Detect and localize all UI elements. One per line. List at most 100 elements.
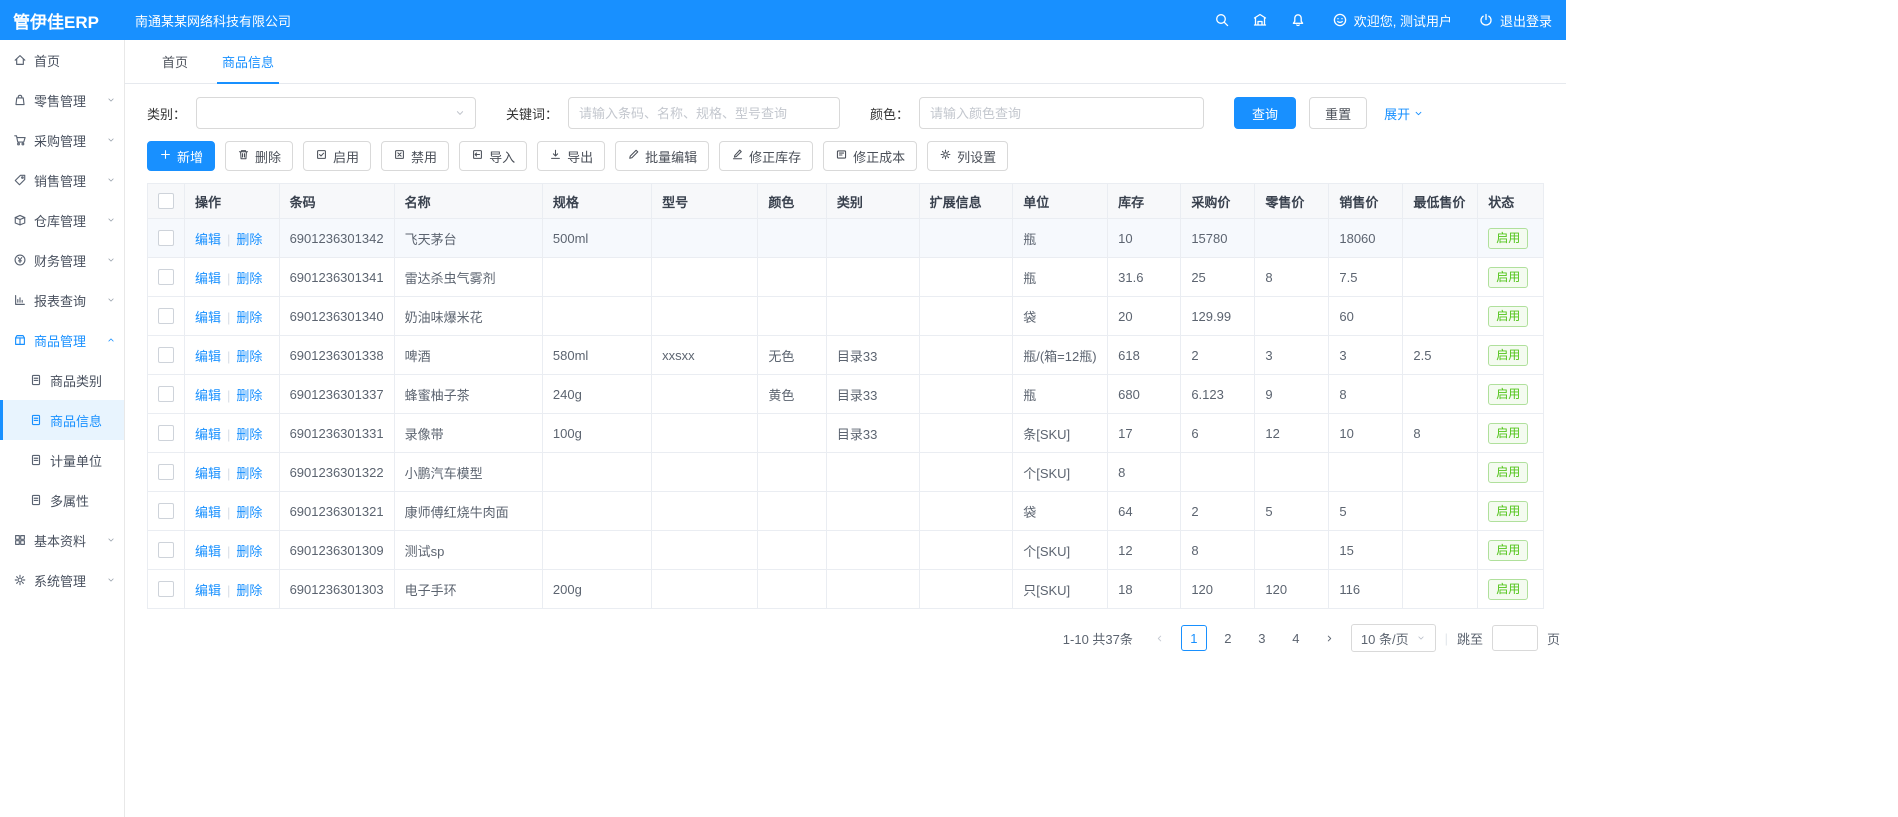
edit-link[interactable]: 编辑 [195,349,221,364]
delete-button[interactable]: 删除 [225,141,293,171]
edit-link[interactable]: 编辑 [195,505,221,520]
cell-ext [919,453,1013,492]
table-row: 编辑|删除6901236301337蜂蜜柚子茶240g黄色目录33瓶6806.1… [148,375,1544,414]
delete-link[interactable]: 删除 [236,427,262,442]
chevron-down-icon [106,95,116,105]
cell-color [758,570,826,609]
delete-link[interactable]: 删除 [236,583,262,598]
chevron-down-icon [106,255,116,265]
welcome-user[interactable]: 欢迎您, 测试用户 [1332,11,1452,30]
table-row: 编辑|删除6901236301303电子手环200g只[SKU]18120120… [148,570,1544,609]
cell-purchase-price: 6 [1181,414,1255,453]
row-checkbox[interactable] [158,425,174,441]
cell-sale-price: 8 [1329,375,1403,414]
enable-button[interactable]: 启用 [303,141,371,171]
edit-link[interactable]: 编辑 [195,271,221,286]
expand-label: 展开 [1384,104,1410,123]
cell-name: 测试sp [394,531,542,570]
sidebar-item-measure-unit[interactable]: 计量单位 [0,440,124,480]
sidebar-item-finance[interactable]: 财务管理 [0,240,124,280]
cell-actions: 编辑|删除 [185,414,280,453]
pagination-summary: 1-10 共37条 [1063,629,1133,648]
delete-link[interactable]: 删除 [236,505,262,520]
shop-icon[interactable] [1252,12,1268,28]
delete-link[interactable]: 删除 [236,349,262,364]
column-header: 销售价 [1329,184,1403,219]
cell-sale-price: 5 [1329,492,1403,531]
disable-button[interactable]: 禁用 [381,141,449,171]
sidebar-item-system[interactable]: 系统管理 [0,560,124,600]
page-button-3[interactable]: 3 [1249,625,1275,651]
sidebar-item-warehouse[interactable]: 仓库管理 [0,200,124,240]
page-button-2[interactable]: 2 [1215,625,1241,651]
sidebar-item-purchase[interactable]: 采购管理 [0,120,124,160]
column-settings-button[interactable]: 列设置 [927,141,1008,171]
edit-link[interactable]: 编辑 [195,310,221,325]
sidebar-item-goods-category[interactable]: 商品类别 [0,360,124,400]
delete-link[interactable]: 删除 [236,232,262,247]
row-checkbox[interactable] [158,464,174,480]
row-checkbox[interactable] [158,308,174,324]
delete-link[interactable]: 删除 [236,544,262,559]
fix-stock-button[interactable]: 修正库存 [719,141,813,171]
sidebar-item-basic-data[interactable]: 基本资料 [0,520,124,560]
delete-link[interactable]: 删除 [236,310,262,325]
next-page-button[interactable] [1318,625,1342,651]
tab-product-info[interactable]: 商品信息 [205,40,291,83]
edit-link[interactable]: 编辑 [195,232,221,247]
edit-link[interactable]: 编辑 [195,427,221,442]
row-checkbox[interactable] [158,386,174,402]
sidebar-item-label: 仓库管理 [34,211,86,230]
batch-edit-button[interactable]: 批量编辑 [615,141,709,171]
keyword-input[interactable] [568,97,840,129]
color-input[interactable] [919,97,1204,129]
sidebar-item-report[interactable]: 报表查询 [0,280,124,320]
sidebar-item-home[interactable]: 首页 [0,40,124,80]
export-button[interactable]: 导出 [537,141,605,171]
import-button[interactable]: 导入 [459,141,527,171]
tab-home[interactable]: 首页 [145,40,205,83]
cell-unit: 瓶 [1013,258,1108,297]
sidebar-item-goods-info[interactable]: 商品信息 [0,400,124,440]
delete-link[interactable]: 删除 [236,271,262,286]
search-button[interactable]: 查询 [1234,97,1296,129]
reset-button[interactable]: 重置 [1309,97,1367,129]
jump-page-input[interactable] [1492,625,1538,651]
sidebar-item-retail[interactable]: 零售管理 [0,80,124,120]
page-button-1[interactable]: 1 [1181,625,1207,651]
cell-spec: 580ml [542,336,651,375]
edit-link[interactable]: 编辑 [195,583,221,598]
row-checkbox[interactable] [158,230,174,246]
cell-purchase-price: 25 [1181,258,1255,297]
row-checkbox[interactable] [158,269,174,285]
delete-link[interactable]: 删除 [236,466,262,481]
edit-link[interactable]: 编辑 [195,544,221,559]
logout-button[interactable]: 退出登录 [1478,11,1552,30]
add-button[interactable]: 新增 [147,141,215,171]
search-icon[interactable] [1214,12,1230,28]
row-checkbox[interactable] [158,581,174,597]
edit-link[interactable]: 编辑 [195,466,221,481]
fix-cost-button[interactable]: 修正成本 [823,141,917,171]
page-button-4[interactable]: 4 [1283,625,1309,651]
cell-color [758,414,826,453]
delete-link[interactable]: 删除 [236,388,262,403]
sidebar-item-goods[interactable]: 商品管理 [0,320,124,360]
column-header: 操作 [185,184,280,219]
expand-link[interactable]: 展开 [1384,104,1424,123]
cell-model [652,375,758,414]
prev-page-button[interactable] [1148,625,1172,651]
row-checkbox[interactable] [158,347,174,363]
category-select[interactable] [196,97,476,129]
cell-ext [919,531,1013,570]
row-checkbox[interactable] [158,542,174,558]
sidebar-item-sales[interactable]: 销售管理 [0,160,124,200]
select-all-checkbox[interactable] [158,193,174,209]
content: 类别： 关键词： 颜色： 查询 重置 展开 新增删除启用禁 [125,84,1566,652]
chevron-down-icon [106,135,116,145]
page-size-select[interactable]: 10 条/页 [1351,624,1436,652]
edit-link[interactable]: 编辑 [195,388,221,403]
sidebar-item-multi-attribute[interactable]: 多属性 [0,480,124,520]
row-checkbox[interactable] [158,503,174,519]
bell-icon[interactable] [1290,12,1306,28]
